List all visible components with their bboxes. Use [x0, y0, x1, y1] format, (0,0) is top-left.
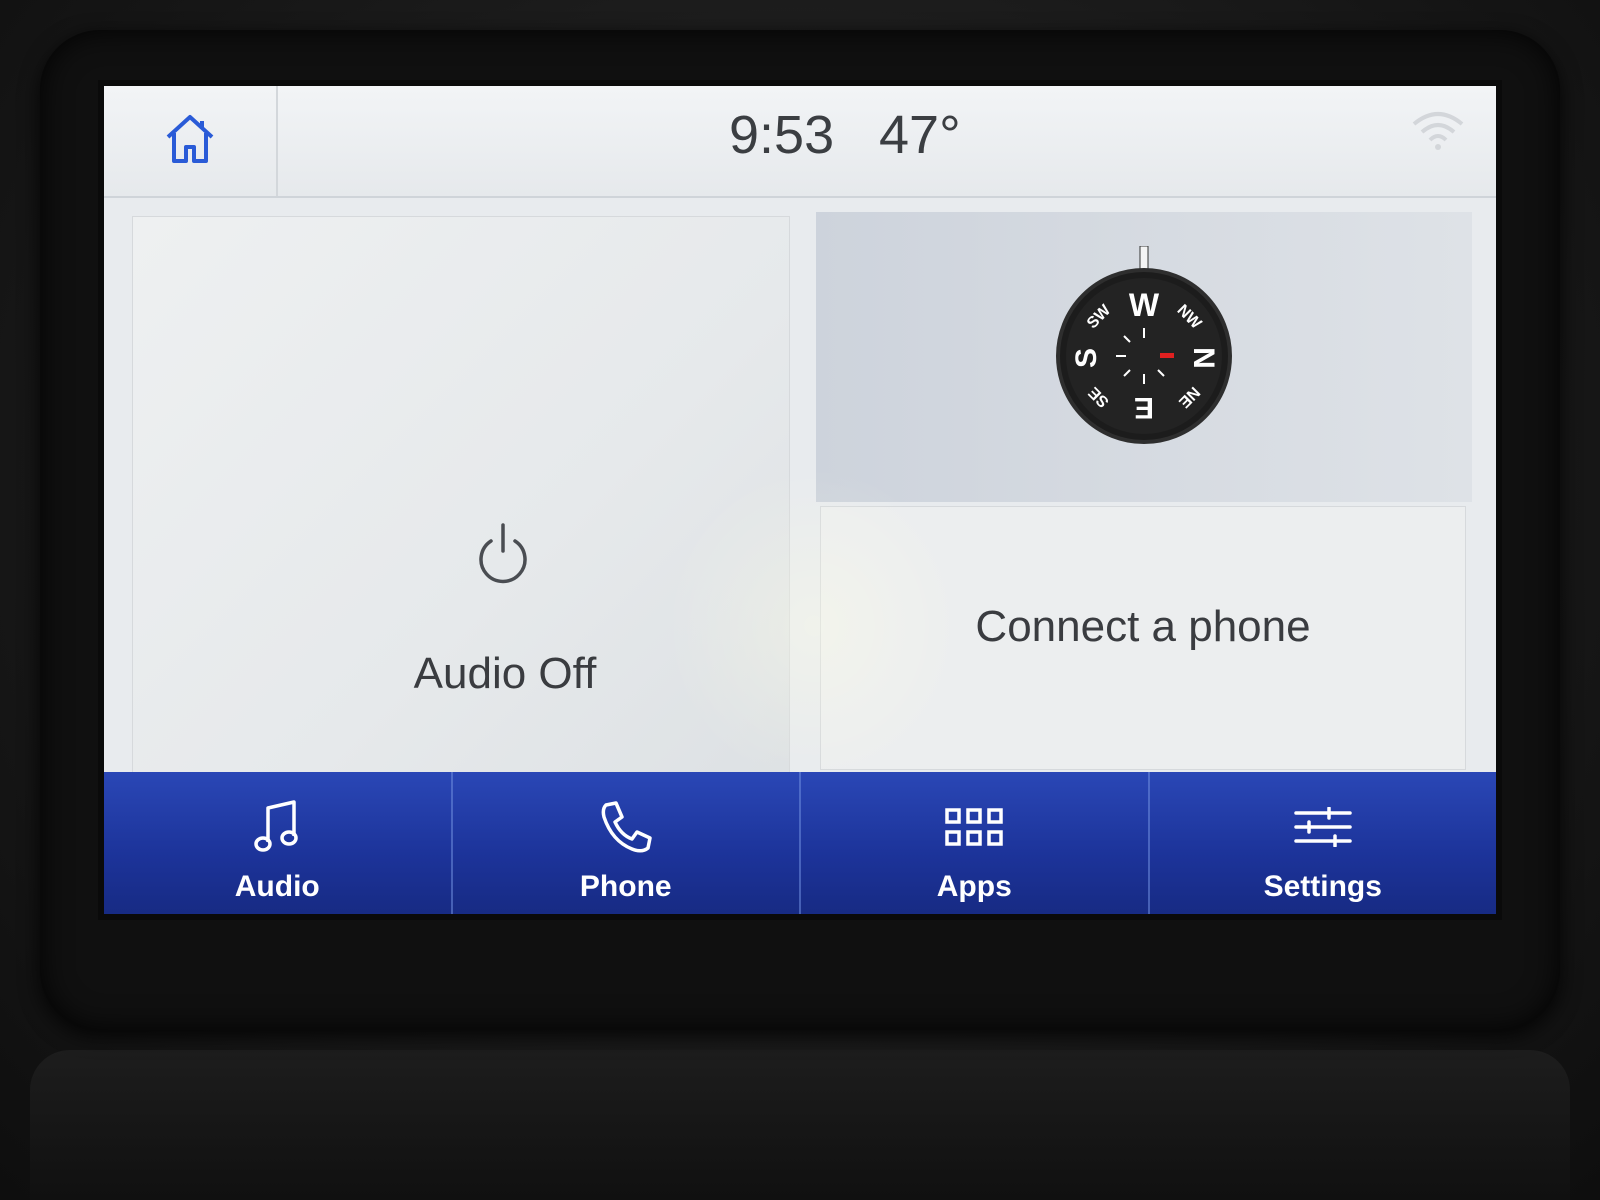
- compass-label-e: E: [1134, 391, 1154, 424]
- audio-tile[interactable]: Audio Off: [132, 216, 790, 778]
- infotainment-screen: 9:53 47° Audio Off W N E S NW SW NE SE C…: [98, 80, 1502, 920]
- nav-audio-button[interactable]: Audio: [104, 772, 453, 914]
- home-icon: [162, 113, 218, 170]
- status-bar: 9:53 47°: [104, 86, 1496, 198]
- nav-audio-label: Audio: [234, 870, 320, 903]
- compass-icon: W N E S NW SW NE SE: [1054, 245, 1234, 451]
- nav-phone-button[interactable]: Phone: [453, 772, 801, 914]
- phone-icon: [598, 796, 654, 858]
- audio-off-label: Audio Off: [413, 649, 597, 698]
- connect-phone-tile[interactable]: Connect a phone: [820, 506, 1466, 770]
- compass-label-s: S: [1070, 348, 1103, 368]
- nav-apps-button[interactable]: Apps: [801, 772, 1150, 914]
- nav-phone-label: Phone: [579, 870, 672, 903]
- connect-phone-label: Connect a phone: [975, 602, 1311, 651]
- clock-time: 9:53: [729, 105, 835, 165]
- home-button[interactable]: [104, 86, 278, 196]
- nav-settings-button[interactable]: Settings: [1150, 772, 1497, 914]
- wifi-icon: [1410, 108, 1466, 157]
- nav-apps-label: Apps: [936, 870, 1012, 903]
- nav-settings-label: Settings: [1263, 870, 1382, 903]
- compass-label-n: N: [1187, 347, 1220, 369]
- lower-dash-panel: [30, 1050, 1570, 1200]
- power-icon: [473, 517, 533, 592]
- outside-temperature: 47°: [879, 105, 961, 165]
- compass-heading: W: [1129, 287, 1160, 323]
- bottom-nav-bar: Audio Phone Apps Settings: [104, 772, 1497, 914]
- music-note-icon: [254, 796, 300, 858]
- sliders-icon: [1293, 796, 1353, 858]
- apps-grid-icon: [944, 796, 1004, 858]
